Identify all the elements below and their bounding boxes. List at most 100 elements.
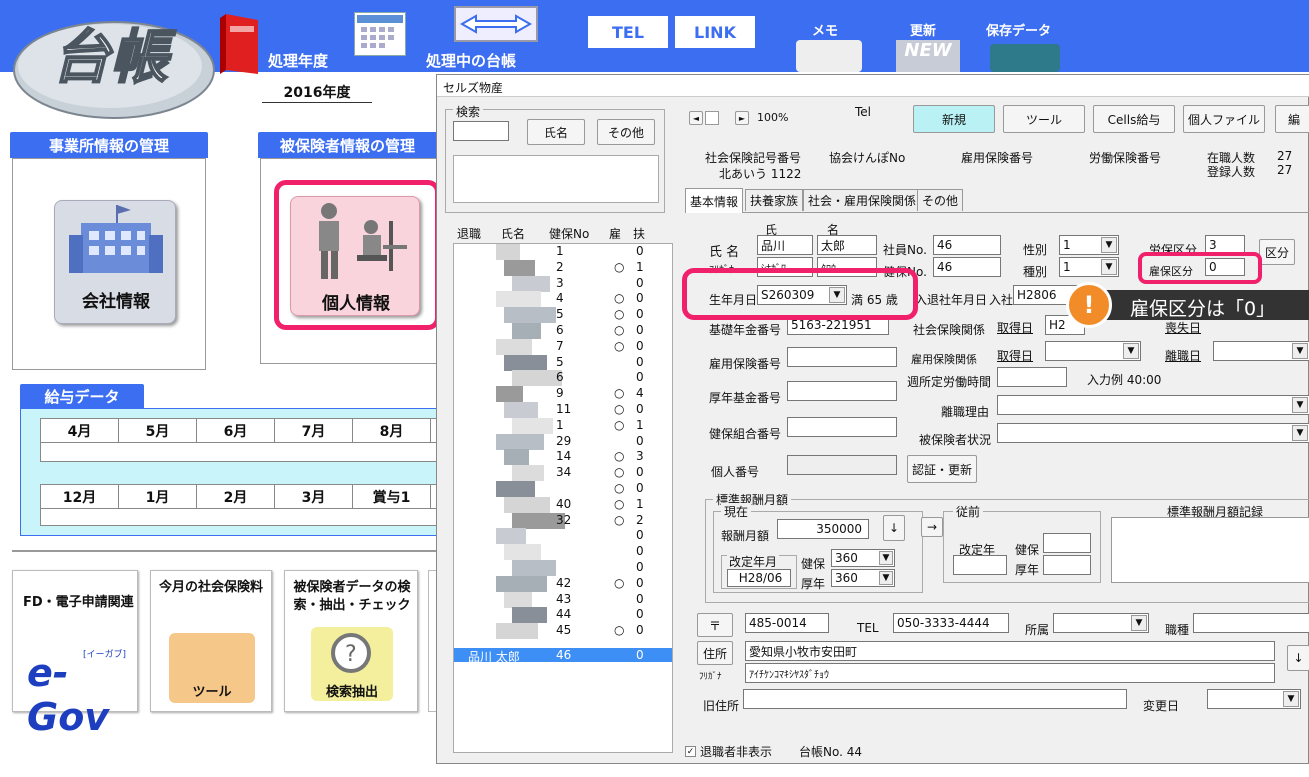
table-row[interactable]: 7 ○ 0 bbox=[454, 339, 672, 353]
month-cell[interactable]: 5月 bbox=[119, 419, 197, 442]
table-row[interactable]: 44 0 bbox=[454, 607, 672, 621]
table-row[interactable]: 29 0 bbox=[454, 434, 672, 448]
app-logo[interactable]: 台帳 bbox=[12, 8, 217, 120]
weekly-hours-input[interactable] bbox=[997, 367, 1067, 387]
table-row[interactable]: 0 bbox=[454, 560, 672, 574]
cells-salary-button[interactable]: Cells給与 bbox=[1093, 105, 1175, 133]
search-results-box[interactable] bbox=[453, 155, 659, 203]
rishoku-date-select[interactable]: ▼ bbox=[1213, 341, 1309, 361]
table-row[interactable]: 10 bbox=[454, 244, 672, 258]
fd-egov-tile[interactable]: FD・電子申請関連 e-Gov [イーガブ] bbox=[12, 570, 138, 739]
next-arrow-button[interactable]: ► bbox=[735, 111, 749, 125]
type-select[interactable]: 1 ▼ bbox=[1059, 257, 1119, 277]
table-row[interactable]: 60 bbox=[454, 370, 672, 384]
kubun-button[interactable]: 区分 bbox=[1259, 239, 1295, 265]
table-row[interactable]: 2 ○ 1 bbox=[454, 260, 672, 274]
tab-insurance[interactable]: 社会・雇用保険関係 bbox=[803, 189, 922, 211]
tab-dependents[interactable]: 扶養家族 bbox=[745, 189, 804, 211]
table-row[interactable]: 45 ○ 0 bbox=[454, 623, 672, 637]
briefcase-icon[interactable] bbox=[990, 44, 1060, 72]
zip-input[interactable]: 485-0014 bbox=[745, 613, 829, 633]
edit-button[interactable]: 編 bbox=[1275, 105, 1309, 133]
down-arrow-button[interactable]: ↓ bbox=[883, 515, 905, 541]
gender-select[interactable]: 1 ▼ bbox=[1059, 235, 1119, 255]
sei-input[interactable]: 品川 bbox=[757, 235, 813, 255]
month-cell[interactable]: 8月 bbox=[353, 419, 431, 442]
search-input[interactable] bbox=[453, 121, 509, 141]
rishoku-date-button[interactable]: 離職日 bbox=[1165, 347, 1201, 364]
month-cell[interactable]: 3月 bbox=[275, 485, 353, 508]
month-cell[interactable]: 1月 bbox=[119, 485, 197, 508]
mei-input[interactable]: 太郎 bbox=[817, 235, 877, 255]
kenpo-kumiai-input[interactable] bbox=[787, 417, 897, 437]
right-arrow-button[interactable]: → bbox=[921, 517, 943, 537]
tab-other[interactable]: その他 bbox=[917, 189, 964, 211]
table-row[interactable]: 42 ○ 0 bbox=[454, 576, 672, 590]
month-cell[interactable]: 4月 bbox=[41, 419, 119, 442]
kenpo-std-select[interactable]: 360 ▼ bbox=[831, 549, 895, 567]
search-extract-tile[interactable]: 被保険者データの検索・抽出・チェック ? 検索抽出 bbox=[284, 570, 418, 712]
table-row[interactable]: 4 ○ 0 bbox=[454, 291, 672, 305]
search-name-button[interactable]: 氏名 bbox=[527, 119, 585, 145]
prev-revise-input[interactable] bbox=[953, 555, 1007, 575]
zoom-slider[interactable] bbox=[705, 111, 719, 125]
table-row[interactable]: 32 ○ 2 bbox=[454, 513, 672, 527]
koyo-acquire-select[interactable]: ▼ bbox=[1045, 341, 1141, 361]
tool-button[interactable]: ツール bbox=[1003, 105, 1085, 133]
status-select[interactable]: ▼ bbox=[997, 423, 1309, 443]
emp-no-input[interactable]: 46 bbox=[933, 235, 1001, 255]
koyo-no-input[interactable] bbox=[787, 347, 897, 367]
table-row[interactable]: 43 0 bbox=[454, 592, 672, 606]
change-date-select[interactable]: ▼ bbox=[1207, 689, 1301, 709]
new-button[interactable]: 新規 bbox=[913, 105, 995, 133]
old-address-input[interactable] bbox=[743, 689, 1127, 709]
table-row[interactable]: 6 ○ 0 bbox=[454, 323, 672, 337]
link-button[interactable]: LINK bbox=[673, 14, 757, 50]
month-cell[interactable]: 6月 bbox=[197, 419, 275, 442]
month-cell[interactable]: 7月 bbox=[275, 419, 353, 442]
search-other-button[interactable]: その他 bbox=[597, 119, 655, 145]
calendar-icon[interactable] bbox=[354, 12, 406, 56]
new-badge-icon[interactable]: NEW bbox=[896, 40, 960, 72]
zip-button[interactable]: 〒 bbox=[697, 613, 733, 637]
employee-list[interactable]: 1 0 2 ○ 1 3 0 4 ○ 0 5 ○ 0 6 ○ 0 7 ○ 0 5 0 6 0 9 ○ 4 11 ○ 0 1 ○ 1 29 0 14 ○ 3… bbox=[453, 243, 673, 753]
kosei-kikin-input[interactable] bbox=[787, 381, 897, 401]
month-cell[interactable]: 12月 bbox=[41, 485, 119, 508]
table-row[interactable]: 0 bbox=[454, 544, 672, 558]
kenpo-no-input[interactable]: 46 bbox=[933, 257, 1001, 277]
auth-update-button[interactable]: 認証・更新 bbox=[907, 455, 977, 483]
my-number-input[interactable] bbox=[787, 455, 897, 475]
job-select[interactable] bbox=[1193, 613, 1309, 633]
address-kana-input[interactable]: ｱｲﾁｹﾝｺﾏｷｼﾔｽﾀﾞﾁｮｳ bbox=[745, 663, 1275, 683]
hide-retired-checkbox[interactable]: ✓ 退職者非表示 bbox=[685, 743, 772, 760]
swap-arrows-icon[interactable] bbox=[454, 6, 538, 42]
table-row[interactable]: 50 bbox=[454, 355, 672, 369]
monthly-input[interactable]: 350000 bbox=[777, 519, 869, 539]
dept-select[interactable]: ▼ bbox=[1053, 613, 1149, 633]
prev-kenpo-input[interactable] bbox=[1043, 533, 1091, 553]
selected-employee-row[interactable]: 品川 太郎 46 0 bbox=[454, 648, 672, 664]
kosei-std-select[interactable]: 360 ▼ bbox=[831, 569, 895, 587]
table-row[interactable]: 5 ○ 0 bbox=[454, 307, 672, 321]
table-row[interactable]: 11 ○ 0 bbox=[454, 402, 672, 416]
month-cell[interactable]: 賞与1 bbox=[353, 485, 431, 508]
acquire-date-button[interactable]: 取得日 bbox=[997, 319, 1033, 336]
table-row[interactable]: 30 bbox=[454, 276, 672, 290]
table-row[interactable]: 34 ○ 0 bbox=[454, 465, 672, 479]
tel-button[interactable]: TEL bbox=[586, 14, 670, 50]
company-info-button[interactable]: 会社情報 bbox=[54, 200, 176, 324]
social-insurance-tile[interactable]: 今月の社会保険料 ツール bbox=[150, 570, 272, 712]
table-row[interactable]: 0 bbox=[454, 528, 672, 542]
revise-input[interactable]: H28/06 bbox=[727, 569, 791, 587]
prev-arrow-button[interactable]: ◄ bbox=[689, 111, 703, 125]
table-row[interactable]: 40 ○ 1 bbox=[454, 497, 672, 511]
month-cell[interactable]: 2月 bbox=[197, 485, 275, 508]
address-button[interactable]: 住所 bbox=[697, 641, 733, 665]
tel-input[interactable]: 050-3333-4444 bbox=[893, 613, 1009, 633]
table-row[interactable]: 9 ○ 4 bbox=[454, 386, 672, 400]
personal-file-button[interactable]: 個人ファイル bbox=[1183, 105, 1265, 133]
table-row[interactable]: 1 ○ 1 bbox=[454, 418, 672, 432]
prev-kosei-input[interactable] bbox=[1043, 555, 1091, 575]
address-down-button[interactable]: ↓ bbox=[1287, 645, 1309, 671]
tab-basic-info[interactable]: 基本情報 bbox=[685, 188, 744, 213]
